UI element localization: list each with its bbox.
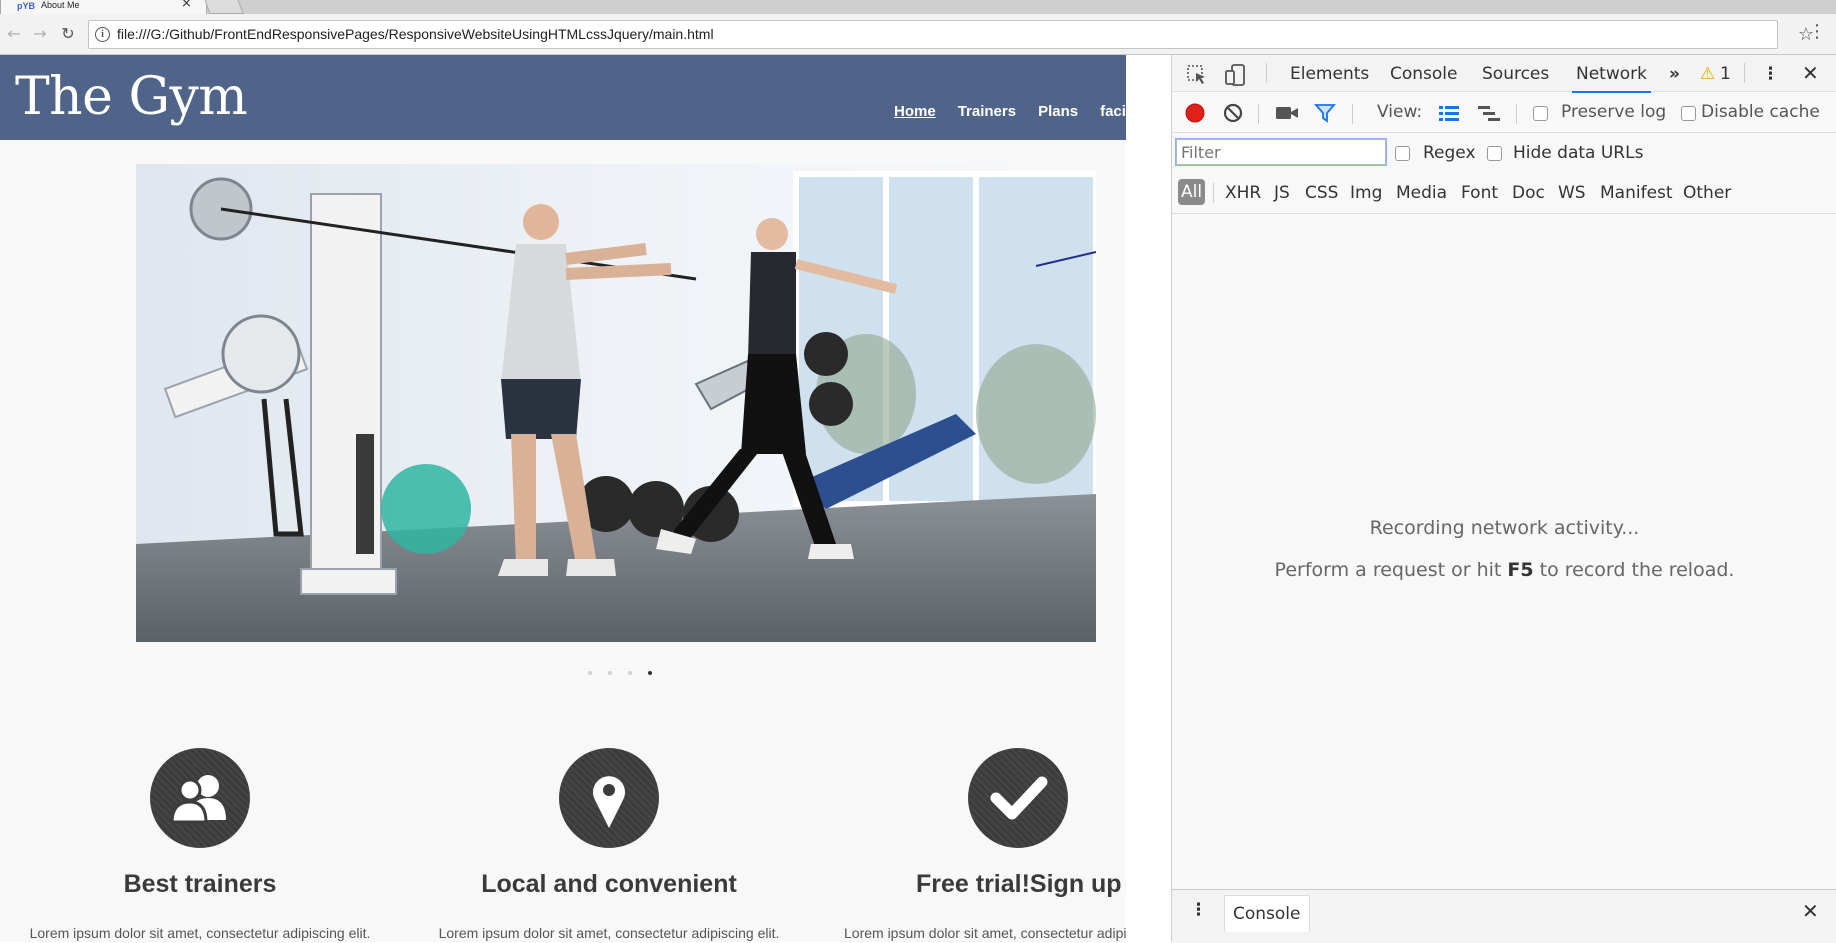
slider-dot-active[interactable] (648, 671, 652, 675)
type-filter-xhr[interactable]: XHR (1225, 183, 1261, 203)
feature-title: Free trial!Sign up (916, 870, 1122, 898)
warning-icon[interactable]: ⚠ (1700, 64, 1715, 84)
capture-screenshots-icon[interactable] (1275, 104, 1299, 122)
reload-hint: Perform a request or hit F5 to record th… (1172, 559, 1836, 581)
separator (1352, 104, 1353, 124)
feature-title: Best trainers (123, 870, 277, 898)
checkmark-icon (968, 748, 1068, 848)
site-logo[interactable]: The Gym (15, 67, 248, 127)
type-filter-img[interactable]: Img (1350, 183, 1382, 203)
new-tab-button[interactable] (202, 0, 244, 14)
waterfall-overview-icon[interactable] (1477, 104, 1501, 122)
preserve-log-label: Preserve log (1561, 102, 1667, 122)
site-header: The Gym Home Trainers Plans facility (0, 55, 1126, 140)
console-drawer: ⋮ Console ✕ (1172, 889, 1836, 943)
nav-link-home[interactable]: Home (894, 103, 936, 120)
tab-close-icon[interactable]: × (181, 0, 192, 10)
resource-type-filters: All XHR JS CSS Img Media Font Doc WS Man… (1172, 173, 1836, 214)
feature-free-trial: Free trial!Sign up Lorem ipsum dolor sit… (818, 748, 1126, 941)
close-devtools-icon[interactable]: ✕ (1802, 61, 1819, 85)
forward-icon[interactable]: → (31, 25, 49, 43)
regex-checkbox[interactable] (1395, 146, 1410, 161)
page-viewport: The Gym Home Trainers Plans facility (0, 55, 1126, 942)
info-icon[interactable]: i (95, 27, 110, 42)
reload-hint-suffix: to record the reload. (1539, 559, 1735, 581)
nav-link-plans[interactable]: Plans (1038, 103, 1078, 120)
site-nav: Home Trainers Plans facility (894, 101, 1126, 120)
slider-pagination (580, 660, 660, 679)
type-filter-other[interactable]: Other (1683, 183, 1731, 203)
browser-tab[interactable]: pYB About Me × (0, 0, 207, 14)
more-tabs-icon[interactable]: » (1669, 64, 1680, 84)
regex-label: Regex (1423, 143, 1476, 163)
hide-data-urls-label: Hide data URLs (1513, 143, 1644, 163)
feature-local: Local and convenient Lorem ipsum dolor s… (409, 748, 809, 941)
drawer-tab-console[interactable]: Console (1224, 895, 1310, 932)
back-icon[interactable]: ← (5, 25, 23, 43)
feature-title: Local and convenient (481, 870, 737, 898)
disable-cache-checkbox[interactable] (1681, 106, 1696, 121)
slider-dot[interactable] (608, 671, 612, 675)
close-drawer-icon[interactable]: ✕ (1802, 899, 1819, 923)
recording-message: Recording network activity... (1369, 517, 1640, 539)
separator (1266, 63, 1267, 83)
type-filter-all[interactable]: All (1178, 179, 1206, 205)
type-filter-ws[interactable]: WS (1558, 183, 1586, 203)
clear-icon[interactable] (1222, 102, 1244, 124)
url-text[interactable]: file:///G:/Github/FrontEndResponsivePage… (117, 26, 714, 42)
tab-title: About Me (41, 0, 80, 10)
nav-link-trainers[interactable]: Trainers (958, 103, 1016, 120)
network-toolbar: View: Preserve log Disable cache (1172, 92, 1836, 133)
type-filter-media[interactable]: Media (1396, 183, 1447, 203)
devtools-tabbar: Elements Console Sources Network » ⚠ 1 ⋮… (1172, 55, 1836, 93)
separator (1516, 104, 1517, 124)
preserve-log-checkbox[interactable] (1533, 106, 1548, 121)
reload-hint-key: F5 (1507, 559, 1534, 581)
tab-network[interactable]: Network (1572, 64, 1651, 93)
type-filter-doc[interactable]: Doc (1512, 183, 1545, 203)
map-pin-icon (559, 748, 659, 848)
warning-count[interactable]: 1 (1720, 64, 1731, 84)
tab-sources[interactable]: Sources (1482, 64, 1549, 84)
slider-dot[interactable] (628, 671, 632, 675)
feature-text: Lorem ipsum dolor sit amet, consectetur … (438, 925, 780, 941)
feature-text: Lorem ipsum dolor sit amet, consectetur … (29, 925, 371, 941)
separator (1258, 104, 1259, 124)
drawer-menu-icon[interactable]: ⋮ (1190, 900, 1207, 920)
type-filter-js[interactable]: JS (1274, 183, 1290, 203)
type-filter-manifest[interactable]: Manifest (1600, 183, 1673, 203)
address-bar[interactable]: i file:///G:/Github/FrontEndResponsivePa… (88, 20, 1814, 49)
separator (1744, 63, 1745, 83)
view-label: View: (1377, 102, 1423, 122)
favicon-icon: pYB (17, 1, 35, 11)
tab-console[interactable]: Console (1390, 64, 1458, 84)
hero-slider-image[interactable] (136, 164, 1096, 642)
feature-text: Lorem ipsum dolor sit amet, consectetur … (844, 925, 1126, 941)
inspect-element-icon[interactable] (1186, 64, 1208, 86)
gym-photo (136, 164, 1096, 642)
disable-cache-label: Disable cache (1701, 102, 1820, 122)
browser-menu-icon[interactable]: ⋮ (1808, 23, 1826, 41)
type-filter-font[interactable]: Font (1461, 183, 1498, 203)
feature-best-trainers: Best trainers Lorem ipsum dolor sit amet… (0, 748, 400, 941)
reload-icon[interactable]: ↻ (59, 25, 77, 43)
filter-input[interactable] (1175, 138, 1387, 166)
nav-link-facility[interactable]: facility (1100, 103, 1126, 120)
hide-data-urls-checkbox[interactable] (1487, 146, 1502, 161)
device-toolbar-icon[interactable] (1225, 63, 1247, 87)
users-icon (150, 748, 250, 848)
large-rows-icon[interactable] (1438, 104, 1460, 122)
record-icon[interactable] (1184, 102, 1206, 124)
tab-strip: pYB About Me × (0, 0, 1836, 14)
type-filter-css[interactable]: CSS (1305, 183, 1338, 203)
browser-toolbar: ← → ↻ i file:///G:/Github/FrontEndRespon… (0, 14, 1836, 55)
slider-dot[interactable] (588, 671, 592, 675)
separator (1213, 183, 1214, 203)
filter-icon[interactable] (1314, 103, 1336, 123)
devtools-menu-icon[interactable]: ⋮ (1762, 64, 1779, 84)
devtools-panel: Elements Console Sources Network » ⚠ 1 ⋮… (1171, 55, 1836, 943)
reload-hint-prefix: Perform a request or hit (1274, 559, 1502, 581)
tab-elements[interactable]: Elements (1290, 64, 1369, 84)
